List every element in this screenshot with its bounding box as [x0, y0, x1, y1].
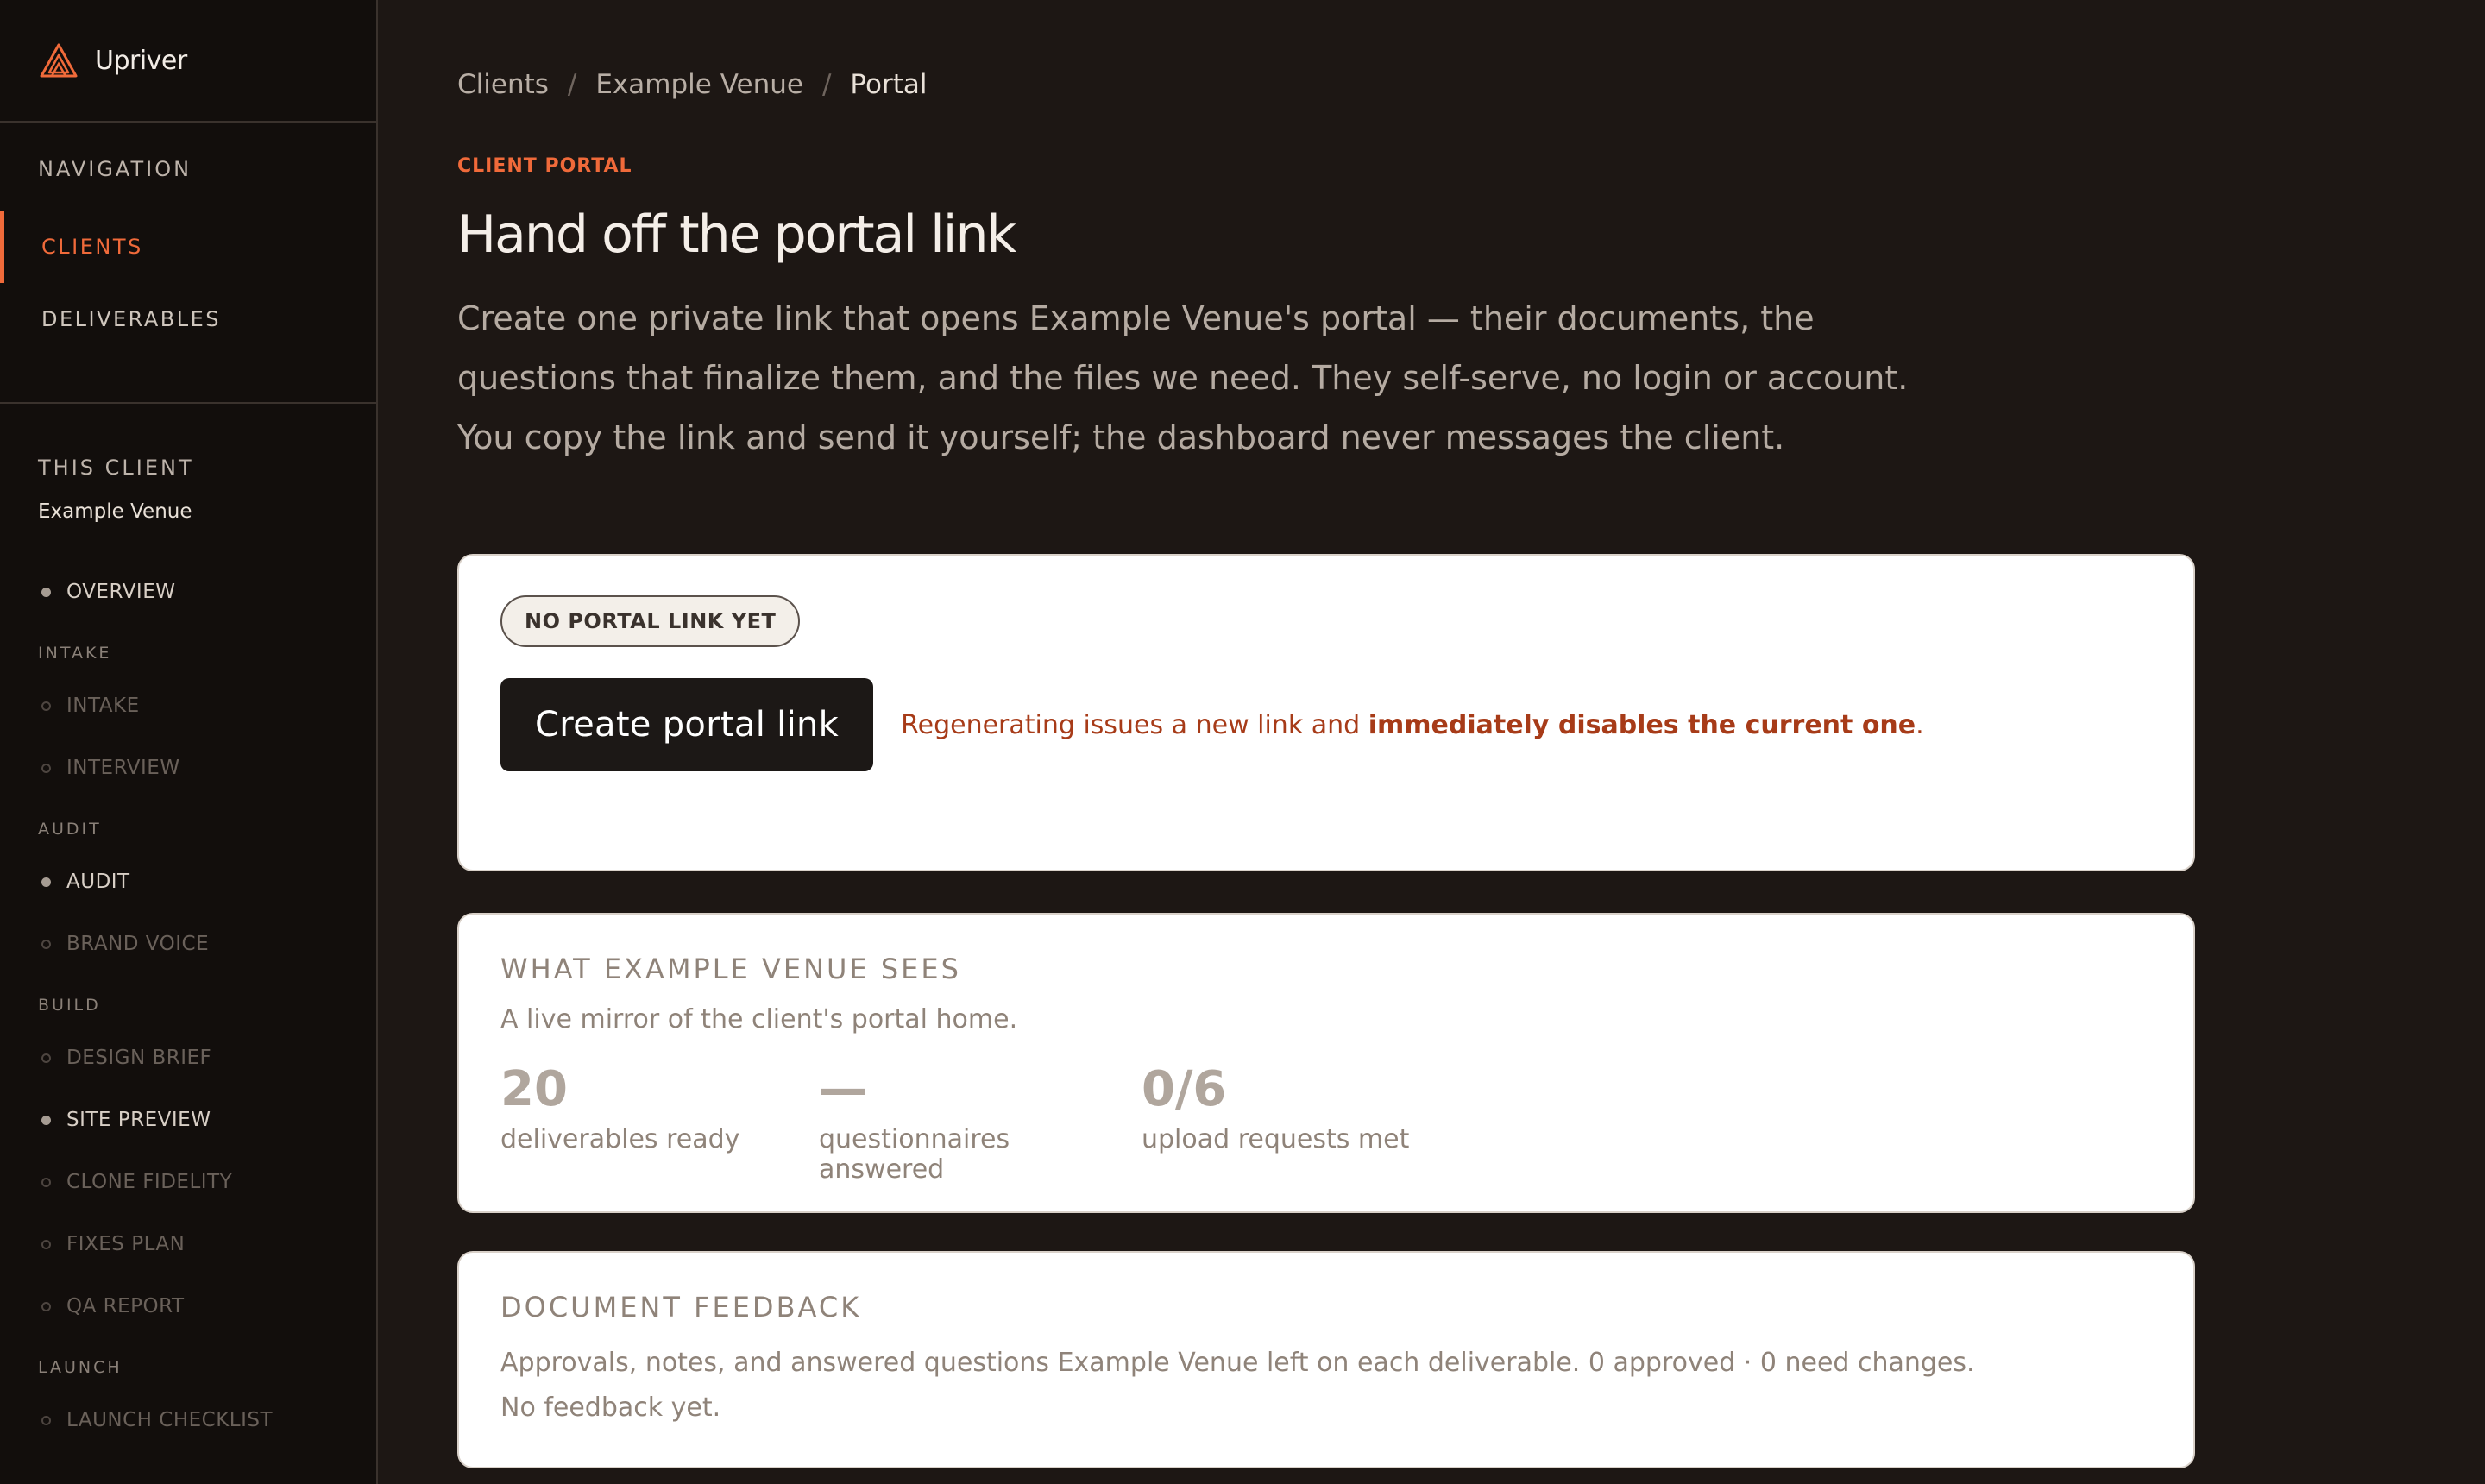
page-title: Hand off the portal link [457, 204, 1016, 265]
portal-link-card: NO PORTAL LINK YET Create portal link Re… [457, 554, 2195, 871]
this-client-title: THIS CLIENT [38, 456, 194, 480]
sidebar-item-audit[interactable]: AUDIT [0, 851, 376, 913]
status-dot-icon [41, 701, 51, 711]
status-dot-icon [41, 763, 51, 773]
navigation-title: NAVIGATION [38, 157, 192, 181]
group-label-build: BUILD [38, 996, 101, 1015]
sidebar: Upriver NAVIGATION CLIENTS DELIVERABLES … [0, 0, 378, 1484]
sidebar-item-label: INTERVIEW [66, 757, 180, 779]
sidebar-item-label: OVERVIEW [66, 581, 176, 603]
sidebar-item-label: DESIGN BRIEF [66, 1047, 212, 1069]
portal-actions: Create portal link Regenerating issues a… [500, 678, 2152, 771]
nav-item-deliverables[interactable]: DELIVERABLES [0, 283, 376, 355]
mirror-card-description: A live mirror of the client's portal hom… [500, 1004, 1018, 1034]
status-dot-icon [41, 1239, 51, 1249]
status-badge: NO PORTAL LINK YET [500, 595, 801, 647]
sidebar-item-label: FIXES PLAN [66, 1233, 186, 1255]
brand-name: Upriver [95, 45, 187, 76]
sidebar-item-label: LAUNCH CHECKLIST [66, 1409, 274, 1431]
status-dot-icon [41, 1415, 51, 1425]
stat-value: 20 [500, 1061, 568, 1117]
status-dot-icon [41, 1177, 51, 1187]
main-navigation: NAVIGATION CLIENTS DELIVERABLES [0, 123, 376, 404]
portal-stats: 20 deliverables ready — questionnaires a… [500, 1060, 2152, 1185]
feedback-card-description: Approvals, notes, and answered questions… [500, 1348, 1975, 1378]
warning-text: Regenerating issues a new link and [901, 709, 1368, 740]
status-dot-icon [41, 1301, 51, 1311]
breadcrumb-separator: / [567, 69, 577, 100]
sidebar-item-design-brief[interactable]: DESIGN BRIEF [0, 1027, 376, 1089]
sidebar-item-overview[interactable]: OVERVIEW [0, 561, 376, 623]
regenerate-warning: Regenerating issues a new link and immed… [901, 710, 1924, 740]
stat-deliverables: 20 deliverables ready [500, 1060, 781, 1185]
stat-upload-requests: 0/6 upload requests met [1142, 1060, 1409, 1185]
sidebar-item-intake[interactable]: INTAKE [0, 675, 376, 737]
client-mirror-card: WHAT EXAMPLE VENUE SEES A live mirror of… [457, 913, 2195, 1213]
stat-value: — [819, 1061, 867, 1117]
sidebar-item-label: QA REPORT [66, 1295, 185, 1317]
stat-label: questionnaires answered [819, 1124, 1010, 1185]
sidebar-item-label: INTAKE [66, 695, 140, 717]
client-navigation: THIS CLIENT Example Venue OVERVIEW INTAK… [0, 404, 376, 1451]
sidebar-item-fixes-plan[interactable]: FIXES PLAN [0, 1213, 376, 1275]
sidebar-item-clone-fidelity[interactable]: CLONE FIDELITY [0, 1151, 376, 1213]
nav-item-clients[interactable]: CLIENTS [0, 211, 376, 283]
document-feedback-card: DOCUMENT FEEDBACK Approvals, notes, and … [457, 1251, 2195, 1468]
sidebar-item-label: BRAND VOICE [66, 933, 210, 955]
main-content: Clients / Example Venue / Portal CLIENT … [378, 0, 2485, 1484]
sidebar-item-brand-voice[interactable]: BRAND VOICE [0, 913, 376, 975]
brand[interactable]: Upriver [0, 0, 376, 123]
sidebar-item-label: CLONE FIDELITY [66, 1171, 233, 1193]
client-name: Example Venue [38, 500, 192, 523]
status-dot-icon [41, 877, 51, 887]
sidebar-item-interview[interactable]: INTERVIEW [0, 737, 376, 799]
status-dot-icon [41, 1115, 51, 1125]
breadcrumb-example-venue[interactable]: Example Venue [595, 69, 803, 100]
sidebar-item-qa-report[interactable]: QA REPORT [0, 1275, 376, 1337]
status-dot-icon [41, 587, 51, 597]
warning-suffix: . [1916, 709, 1924, 740]
group-label-audit: AUDIT [38, 820, 102, 839]
sidebar-item-label: SITE PREVIEW [66, 1109, 211, 1131]
page-description: Create one private link that opens Examp… [457, 299, 1909, 456]
app-root: Upriver NAVIGATION CLIENTS DELIVERABLES … [0, 0, 2485, 1484]
sidebar-item-label: AUDIT [66, 871, 130, 893]
breadcrumb-separator: / [821, 69, 832, 100]
breadcrumb-current: Portal [850, 69, 928, 100]
sidebar-item-launch-checklist[interactable]: LAUNCH CHECKLIST [0, 1389, 376, 1451]
create-portal-link-button[interactable]: Create portal link [500, 678, 874, 771]
group-label-intake: INTAKE [38, 644, 112, 663]
sidebar-item-site-preview[interactable]: SITE PREVIEW [0, 1089, 376, 1151]
mirror-card-title: WHAT EXAMPLE VENUE SEES [500, 953, 961, 985]
breadcrumb-clients[interactable]: Clients [457, 69, 549, 100]
stat-value: 0/6 [1142, 1061, 1227, 1117]
upriver-logo-icon [40, 43, 78, 78]
breadcrumb: Clients / Example Venue / Portal [457, 64, 2485, 105]
stat-label: deliverables ready [500, 1124, 740, 1154]
stat-label: upload requests met [1142, 1124, 1410, 1154]
warning-emphasis: immediately disables the current one [1368, 709, 1916, 740]
status-dot-icon [41, 939, 51, 949]
status-dot-icon [41, 1053, 51, 1063]
group-label-launch: LAUNCH [38, 1358, 123, 1377]
stat-questionnaires: — questionnaires answered [819, 1060, 1104, 1185]
feedback-empty-state: No feedback yet. [500, 1393, 721, 1423]
feedback-card-title: DOCUMENT FEEDBACK [500, 1291, 862, 1324]
page-eyebrow: CLIENT PORTAL [457, 155, 632, 177]
